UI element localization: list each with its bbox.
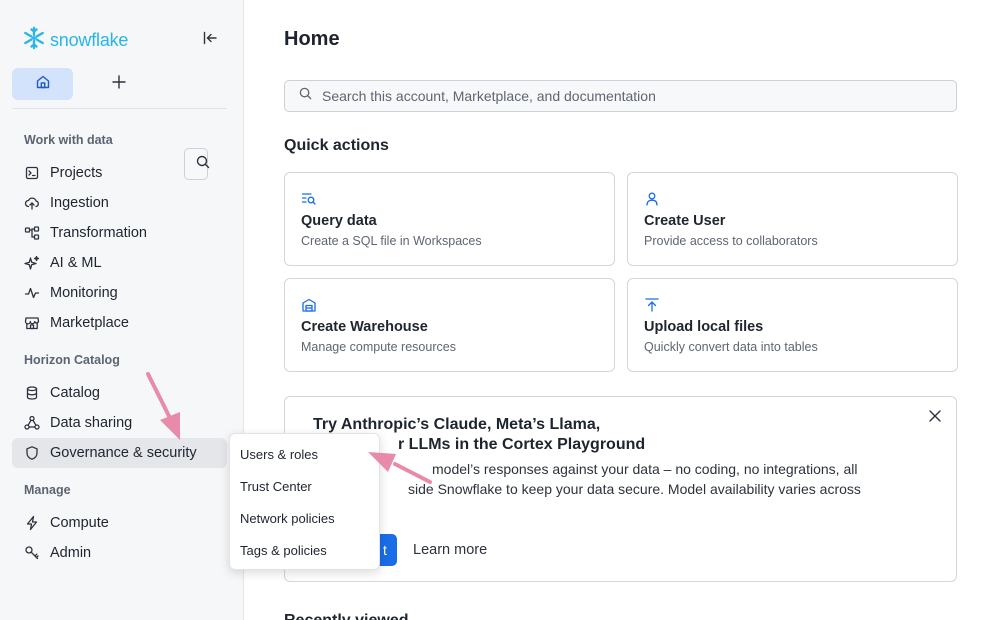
- section-manage: Manage: [24, 483, 71, 497]
- menu-item-tags-policies[interactable]: Tags & policies: [240, 543, 327, 558]
- quick-action-create-user[interactable]: Create User Provide access to collaborat…: [627, 172, 958, 266]
- lightning-icon: [24, 515, 40, 531]
- upload-icon: [644, 297, 662, 315]
- sidebar-item-label: Marketplace: [50, 315, 129, 331]
- learn-more-link[interactable]: Learn more: [413, 542, 487, 558]
- plus-icon: [111, 74, 127, 95]
- quick-actions-title: Quick actions: [284, 137, 389, 154]
- banner-body: model’s responses against your data – no…: [313, 459, 893, 499]
- key-icon: [24, 545, 40, 561]
- collapse-left-icon: [202, 30, 218, 51]
- card-subtitle: Create a SQL file in Workspaces: [301, 234, 482, 248]
- sidebar-item-ai-ml[interactable]: AI & ML: [12, 248, 227, 278]
- sidebar-item-label: Data sharing: [50, 415, 133, 431]
- collapse-sidebar-button[interactable]: [198, 28, 222, 52]
- shield-icon: [24, 445, 40, 461]
- sidebar: snowflake Work with data Projects Ingest…: [0, 0, 244, 620]
- cloud-upload-icon: [24, 195, 40, 211]
- card-title: Upload local files: [644, 319, 764, 335]
- home-icon: [35, 74, 51, 95]
- sidebar-item-label: Ingestion: [50, 195, 109, 211]
- banner-body-line-2: side Snowflake to keep your data secure.…: [408, 481, 861, 497]
- section-horizon-catalog: Horizon Catalog: [24, 353, 120, 367]
- sidebar-item-label: Admin: [50, 545, 92, 561]
- section-work-with-data: Work with data: [24, 133, 113, 147]
- quick-action-query-data[interactable]: Query data Create a SQL file in Workspac…: [284, 172, 615, 266]
- sparkle-icon: [24, 255, 40, 271]
- card-subtitle: Manage compute resources: [301, 340, 456, 354]
- snowflake-logo[interactable]: snowflake: [22, 26, 128, 55]
- store-icon: [24, 315, 40, 331]
- sidebar-item-label: Catalog: [50, 385, 100, 401]
- sidebar-item-admin[interactable]: Admin: [12, 538, 227, 568]
- sidebar-item-compute[interactable]: Compute: [12, 508, 227, 538]
- sidebar-item-ingestion[interactable]: Ingestion: [12, 188, 227, 218]
- card-title: Query data: [301, 213, 377, 229]
- sidebar-item-label: Projects: [50, 165, 103, 181]
- sidebar-top-buttons: [12, 68, 227, 180]
- home-button[interactable]: [12, 68, 73, 100]
- activity-icon: [24, 285, 40, 301]
- search-placeholder: Search this account, Marketplace, and do…: [322, 88, 656, 104]
- menu-item-users-roles[interactable]: Users & roles: [240, 447, 318, 462]
- cortex-playground-banner: Try Anthropic’s Claude, Meta’s Llama, r …: [284, 396, 957, 582]
- menu-item-trust-center[interactable]: Trust Center: [240, 479, 312, 494]
- card-title: Create User: [644, 213, 726, 229]
- sidebar-item-transformation[interactable]: Transformation: [12, 218, 227, 248]
- quick-action-create-warehouse[interactable]: Create Warehouse Manage compute resource…: [284, 278, 615, 372]
- menu-item-network-policies[interactable]: Network policies: [240, 511, 335, 526]
- card-subtitle: Quickly convert data into tables: [644, 340, 818, 354]
- transformation-icon: [24, 225, 40, 241]
- query-icon: [301, 191, 319, 209]
- sidebar-divider: [12, 108, 227, 109]
- card-subtitle: Provide access to collaborators: [644, 234, 818, 248]
- sidebar-item-marketplace[interactable]: Marketplace: [12, 308, 227, 338]
- recently-viewed-heading: Recently viewed: [284, 612, 409, 620]
- warehouse-icon: [301, 297, 319, 315]
- close-icon: [928, 409, 942, 428]
- create-button[interactable]: [107, 68, 131, 100]
- banner-body-line-1: model’s responses against your data – no…: [432, 461, 858, 477]
- share-icon: [24, 415, 40, 431]
- database-icon: [24, 385, 40, 401]
- search-icon: [298, 86, 313, 106]
- sidebar-item-label: Governance & security: [50, 445, 197, 461]
- sidebar-item-projects[interactable]: Projects: [12, 158, 227, 188]
- search-input[interactable]: Search this account, Marketplace, and do…: [284, 80, 957, 112]
- sidebar-item-label: AI & ML: [50, 255, 102, 271]
- snowflake-icon: [22, 26, 46, 55]
- sidebar-item-governance-security[interactable]: Governance & security: [12, 438, 227, 468]
- quick-action-upload-local-files[interactable]: Upload local files Quickly convert data …: [627, 278, 958, 372]
- projects-icon: [24, 165, 40, 181]
- page-title: Home: [284, 28, 340, 50]
- sidebar-item-monitoring[interactable]: Monitoring: [12, 278, 227, 308]
- banner-heading-line-1: Try Anthropic’s Claude, Meta’s Llama,: [313, 416, 601, 433]
- user-icon: [644, 191, 662, 209]
- sidebar-item-data-sharing[interactable]: Data sharing: [12, 408, 227, 438]
- sidebar-item-label: Compute: [50, 515, 109, 531]
- logo-text: snowflake: [50, 30, 129, 50]
- sidebar-item-label: Monitoring: [50, 285, 118, 301]
- sidebar-item-label: Transformation: [50, 225, 147, 241]
- close-banner-button[interactable]: [926, 409, 944, 427]
- governance-dropdown-menu: Users & roles Trust Center Network polic…: [229, 433, 380, 570]
- card-title: Create Warehouse: [301, 319, 428, 335]
- sidebar-item-catalog[interactable]: Catalog: [12, 378, 227, 408]
